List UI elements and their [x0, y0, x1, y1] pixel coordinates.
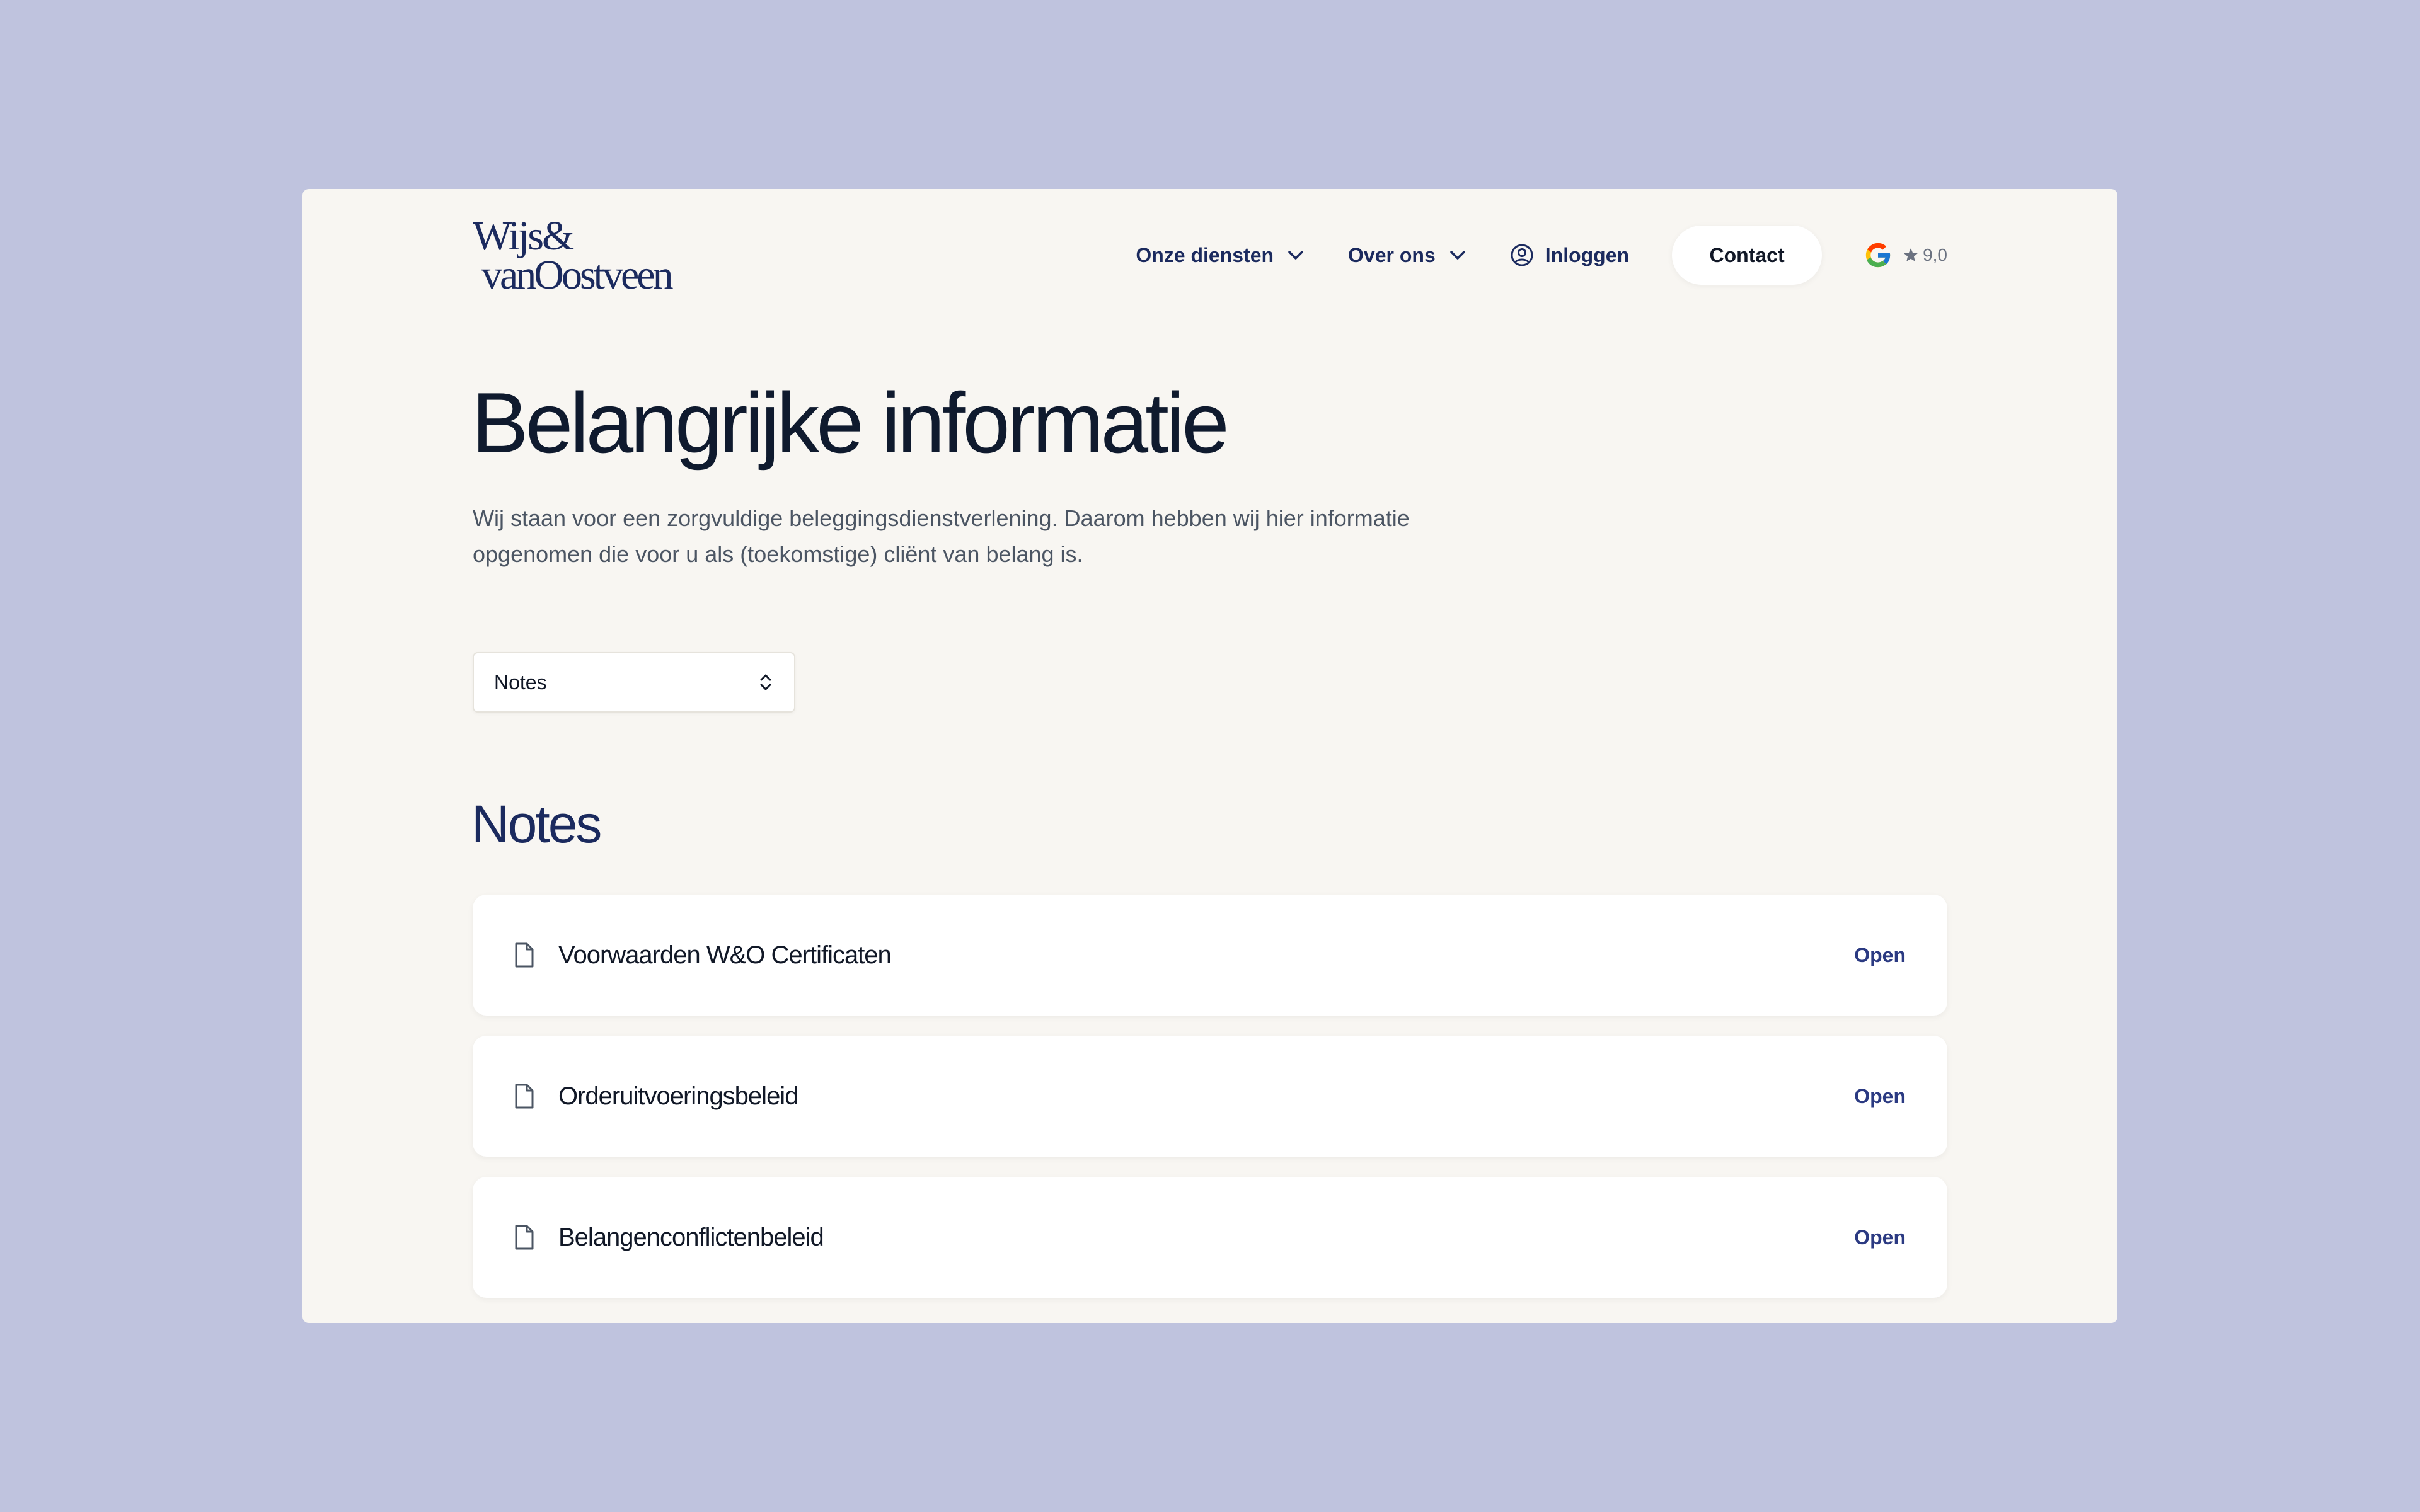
brand-logo[interactable]: Wijs& vanOostveen [473, 214, 744, 296]
select-arrows-icon [760, 674, 771, 690]
open-link[interactable]: Open [1854, 944, 1906, 967]
google-rating[interactable]: 9,0 [1862, 239, 1947, 271]
svg-text:vanOostveen: vanOostveen [481, 252, 673, 296]
nav-over-ons[interactable]: Over ons [1348, 244, 1466, 267]
document-title: Voorwaarden W&O Certificaten [558, 941, 892, 969]
nav-inloggen[interactable]: Inloggen [1510, 243, 1629, 267]
site-header: Wijs& vanOostveen Onze diensten Over ons [473, 208, 1947, 302]
nav-inloggen-label: Inloggen [1545, 243, 1630, 266]
open-link[interactable]: Open [1854, 1085, 1906, 1108]
contact-button[interactable]: Contact [1672, 226, 1823, 285]
document-item[interactable]: Voorwaarden W&O Certificaten Open [473, 895, 1947, 1016]
nav-onze-diensten[interactable]: Onze diensten [1136, 244, 1304, 267]
section-title: Notes [471, 794, 602, 854]
category-select-value: Notes [494, 670, 547, 694]
category-select[interactable]: Notes [473, 652, 795, 713]
chevron-down-icon [1450, 251, 1465, 260]
document-title: Orderuitvoeringsbeleid [558, 1082, 798, 1110]
file-icon [515, 1225, 534, 1250]
user-circle-icon [1511, 244, 1533, 266]
page-title: Belangrijke informatie [471, 375, 1230, 471]
nav-onze-diensten-label: Onze diensten [1136, 243, 1274, 266]
intro-text: Wij staan voor een zorgvuldige belegging… [473, 505, 1410, 567]
document-item[interactable]: Orderuitvoeringsbeleid Open [473, 1036, 1947, 1157]
browser-window: Wijs& vanOostveen Onze diensten Over ons [302, 189, 2118, 1323]
open-link[interactable]: Open [1854, 1226, 1906, 1249]
document-item[interactable]: Belangenconflictenbeleid Open [473, 1177, 1947, 1298]
main-nav: Onze diensten Over ons Inloggen Contact … [1136, 226, 1947, 285]
rating-value: 9,0 [1923, 245, 1947, 265]
file-icon [515, 1084, 534, 1109]
nav-over-ons-label: Over ons [1348, 243, 1436, 266]
chevron-down-icon [1288, 251, 1303, 260]
google-icon [1865, 243, 1891, 268]
document-list: Voorwaarden W&O Certificaten Open Orderu… [473, 895, 1947, 1318]
star-icon [1904, 248, 1918, 261]
document-title: Belangenconflictenbeleid [558, 1223, 824, 1251]
file-icon [515, 942, 534, 968]
